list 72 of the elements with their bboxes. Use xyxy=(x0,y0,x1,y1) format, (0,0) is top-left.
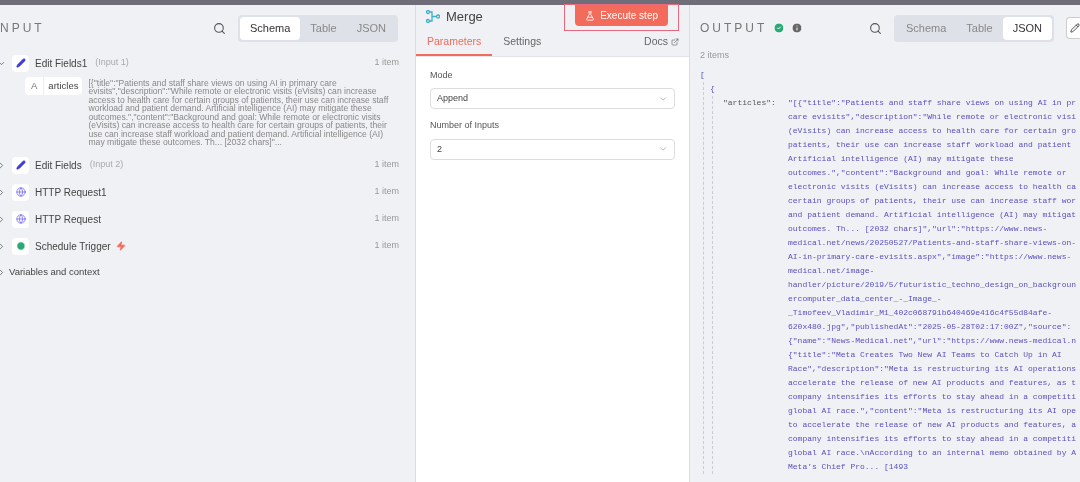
item-count: 1 item xyxy=(374,239,399,253)
globe-icon xyxy=(15,187,26,197)
json-brace: { xyxy=(710,84,715,93)
json-string-line: to accelerate the release of new AI products and features, a xyxy=(788,419,1077,431)
docs-link[interactable]: Docs xyxy=(644,34,679,56)
json-key: "articles": xyxy=(723,96,788,474)
settings-tab[interactable]: Settings xyxy=(492,34,553,56)
json-string-line: Artificial intelligence (AI) may mitigate these xyxy=(788,153,1015,165)
pencil-icon xyxy=(1070,23,1080,34)
node-name[interactable]: HTTP Request xyxy=(35,211,101,227)
panel-title: NPUT xyxy=(0,20,45,38)
select-value: 2 xyxy=(437,142,442,156)
pencil-icon xyxy=(15,160,26,170)
json-string-line: medical.net/news/20250527/Patients-and-staff-share-views-on- xyxy=(788,237,1077,249)
merge-icon xyxy=(426,10,440,24)
json-string-line: "[{"title":"Patients and staff share views on using AI in pr xyxy=(788,97,1077,109)
edit-button[interactable] xyxy=(1066,17,1080,40)
item-count: 1 item xyxy=(374,212,399,226)
view-tab[interactable]: Schema xyxy=(240,17,301,40)
json-string-line: handler/picture/2019/5/futuristic_techno_design_on_backgroun xyxy=(788,279,1077,291)
node-name[interactable]: HTTP Request1 xyxy=(35,184,107,200)
json-string-line: AI-in-primary-care-evisits.aspx","image":"https://www.news- xyxy=(788,251,1073,263)
input-label: (Input 2) xyxy=(89,158,124,172)
info-icon xyxy=(791,22,804,35)
json-string-line: global AI race.","content":"Meta is restructuring its AI ope xyxy=(788,405,1077,417)
field-name: articles xyxy=(47,78,80,93)
json-string-line: (eVisits) can increase access to health care for certain gro xyxy=(788,125,1077,137)
select-value: Append xyxy=(437,92,469,105)
json-string-line: care evisits","description":"While remote or electronic visi xyxy=(788,111,1077,123)
parameter-select[interactable]: Append xyxy=(430,88,675,110)
parameter-select[interactable]: 2 xyxy=(430,138,675,160)
node-title: Merge xyxy=(446,8,483,26)
globe-icon xyxy=(15,214,26,224)
json-string-line: company intensifies its efforts to stay ahead in a competiti xyxy=(788,391,1077,403)
item-count: 1 item xyxy=(374,185,399,199)
parameter-label: Number of Inputs xyxy=(430,119,501,133)
json-string-line: {"title":"Meta Creates Two New AI Teams to Catch Up in AI xyxy=(788,349,1063,361)
panel-title: OUTPUT xyxy=(700,20,768,38)
item-count: 1 item xyxy=(374,158,399,172)
json-string-line: ercomputer_data_center_-_Image_- xyxy=(788,293,943,305)
json-string-line: electronic visits (eVisits) can increase access to health ca xyxy=(788,181,1077,193)
view-tab[interactable]: JSON xyxy=(1002,17,1052,40)
input-label: (Input 1) xyxy=(95,56,129,70)
json-string-line: outcomes.","content":"Background and goal: While remote or xyxy=(788,167,1068,179)
json-string-line: accelerate the release of new AI products and features, as t xyxy=(788,377,1077,389)
node-name[interactable]: Schedule Trigger xyxy=(35,238,111,254)
item-count: 1 item xyxy=(374,56,399,70)
node-name[interactable]: Edit Fields1 xyxy=(35,55,88,71)
node-name[interactable]: Edit Fields xyxy=(35,157,82,173)
flask-icon xyxy=(585,10,596,21)
parameter-label: Mode xyxy=(430,68,454,82)
search-icon[interactable] xyxy=(869,21,882,35)
json-string-line: 620x480.jpg","publishedAt":"2025-05-28T02:17:00Z","source": xyxy=(788,321,1073,333)
json-string-line: medical.net/image- xyxy=(788,265,876,277)
search-icon[interactable] xyxy=(213,21,226,35)
json-string-line: outcomes. Th... [2032 chars]","url":"https://www.news- xyxy=(788,223,1049,235)
json-string-line: Meta’s Chief Pro... [1493 xyxy=(788,461,910,473)
json-string-line: company intensifies its efforts to stay ahead in a competiti xyxy=(788,433,1077,445)
pencil-icon xyxy=(15,58,26,68)
json-string-line: Race","description":"Meta is restructuring its AI operations xyxy=(788,363,1077,375)
json-string-line: certain groups of patients, their use can increase staff wor xyxy=(788,195,1077,207)
type-label: A xyxy=(25,76,45,95)
json-string-line: patients, their use can increase staff workload and patient xyxy=(788,139,1073,151)
variables-section[interactable]: Variables and context xyxy=(9,265,100,280)
json-string-line: _Timofeev_Vladimir_M1_402c068791b640469e416c4f55d84afe- xyxy=(788,307,1054,319)
field-value: [{"title":"Patients and staff share views on using AI in primary care evisits","description":"While remote or electronic visits (eVisits) can increase access to health care for certain groups of patients, their use can increase staff workload and patient demand. Artificial intelligence (AI) may mitigate these outcomes.","content":"Background and goal: While remote or electronic visits (eVisits) can increase access to health care for certain groups of patients, their use can increase staff workload and patient demand. Artificial intelligence (AI) may mitigate these outcomes. Th... [2032 chars]"... xyxy=(88,78,390,147)
json-string-line: and patient demand. Artificial intelligence (AI) may mitigat xyxy=(788,209,1077,221)
json-string-line: {"name":"News-Medical.net","url":"https://www.news-medical.n xyxy=(788,335,1077,347)
json-string-line: global AI race.\nAccording to an internal memo obtained by A xyxy=(788,447,1077,459)
item-count: 2 items xyxy=(700,48,730,62)
external-link-icon xyxy=(671,37,679,46)
json-bracket: [ xyxy=(700,69,706,81)
